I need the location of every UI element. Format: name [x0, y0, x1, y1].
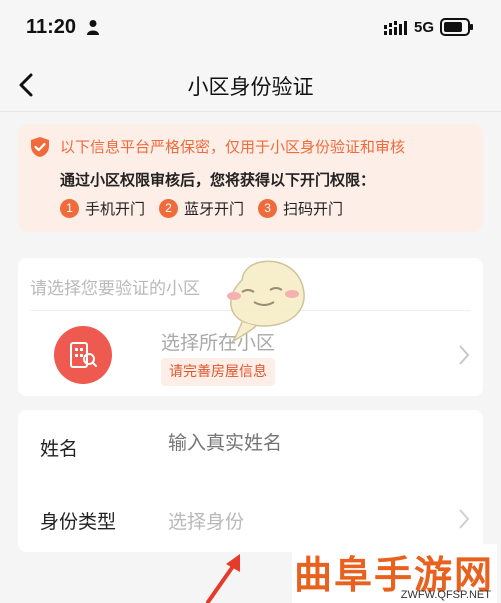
permission-intro: 通过小区权限审核后，您将获得以下开门权限： [60, 171, 376, 189]
battery-icon [440, 18, 473, 36]
building-avatar[interactable] [54, 326, 112, 384]
nav-bar: 小区身份验证 [0, 58, 501, 112]
chevron-right-icon[interactable] [458, 344, 470, 366]
permission-label: 扫码开门 [283, 199, 344, 218]
permission-list: 1 手机开门 2 蓝牙开门 3 扫码开门 [60, 196, 357, 220]
permission-label: 蓝牙开门 [184, 199, 245, 218]
identity-type-select[interactable]: 选择身份 [168, 507, 244, 534]
status-time: 11:20 [26, 16, 77, 38]
permission-item: 3 扫码开门 [258, 198, 343, 219]
permission-item: 1 手机开门 [60, 198, 145, 219]
permission-number: 3 [258, 198, 278, 218]
shield-icon [31, 137, 49, 157]
name-input[interactable] [168, 432, 428, 454]
privacy-notice: 以下信息平台严格保密，仅用于小区身份验证和审核 通过小区权限审核后，您将获得以下… [18, 124, 483, 232]
status-bar: 11:20 5G [0, 0, 501, 58]
permission-number: 1 [60, 198, 79, 218]
person-icon [87, 20, 99, 35]
network-type: 5G [414, 19, 435, 36]
privacy-text: 以下信息平台严格保密，仅用于小区身份验证和审核 [60, 138, 406, 156]
complete-info-badge[interactable]: 请完善房屋信息 [161, 358, 275, 386]
arrow-pointer-icon [206, 554, 240, 603]
watermark-logo: 曲阜手游网 ZWFW.QFSP.NET [292, 544, 497, 603]
signal-icon [384, 21, 407, 35]
building-icon [70, 342, 97, 368]
identity-form: 姓名 身份类型 选择身份 [18, 410, 483, 552]
permission-number: 2 [159, 198, 179, 218]
chevron-right-icon[interactable] [458, 508, 470, 530]
permission-label: 手机开门 [85, 199, 146, 218]
permission-item: 2 蓝牙开门 [159, 198, 244, 219]
watermark-url: ZWFW.QFSP.NET [400, 589, 491, 601]
mascot-illustration [227, 260, 305, 343]
page-title: 小区身份验证 [187, 75, 314, 99]
identity-type-label: 身份类型 [40, 511, 117, 533]
community-prompt: 请选择您要验证的小区 [30, 279, 200, 299]
name-label: 姓名 [40, 438, 79, 460]
